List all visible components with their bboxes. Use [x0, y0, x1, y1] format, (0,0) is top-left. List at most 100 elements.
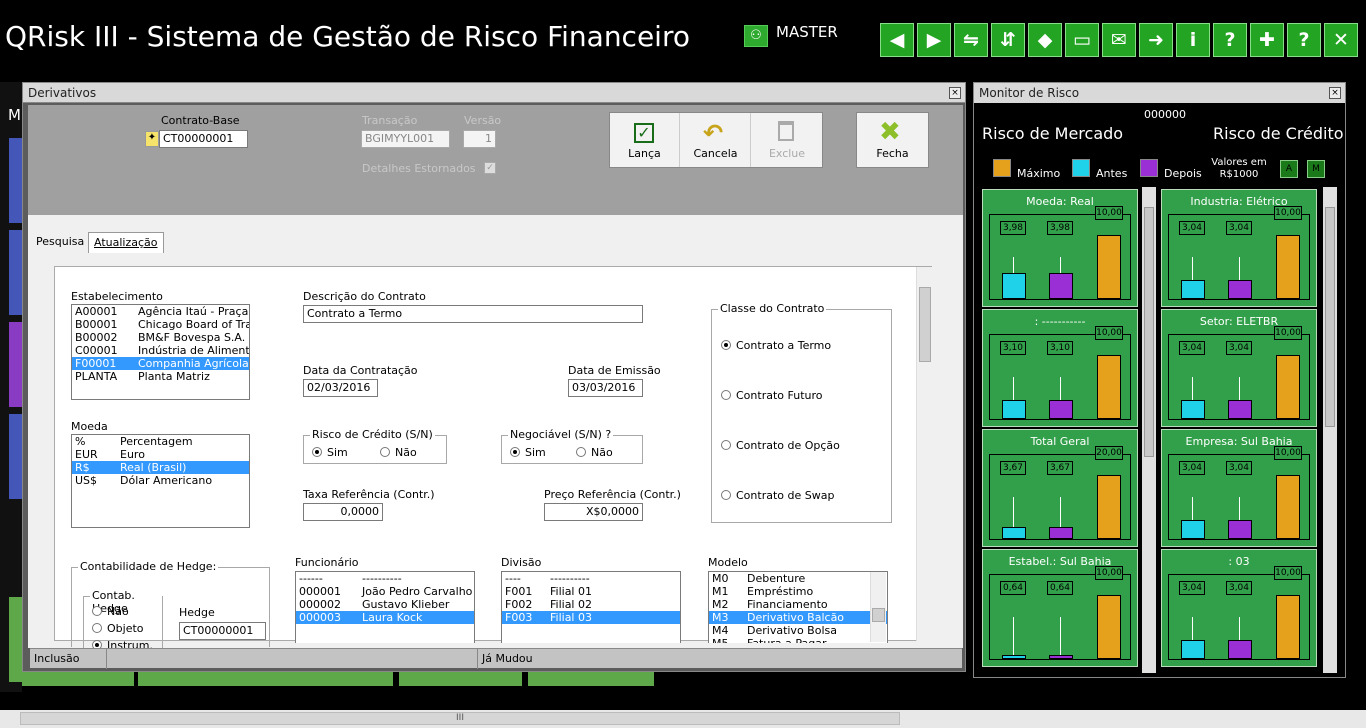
transacao-input[interactable]: BGIMYYL001 — [361, 130, 450, 148]
monitor-icon[interactable]: ▭ — [1065, 23, 1099, 57]
tab-atualizacao[interactable]: Atualização — [88, 232, 164, 253]
content-scrollbar[interactable] — [916, 267, 932, 641]
list-item[interactable]: 000001 João Pedro Carvalho — [296, 585, 474, 598]
list-item[interactable]: EUR Euro — [72, 448, 249, 461]
risk-cell[interactable]: Total Geral 3,67 3,67 20,00 — [982, 429, 1138, 547]
estab-list[interactable]: A00001 Agência Itaú - Praça P B00001 Chicag… — [71, 304, 250, 400]
detalhes-checkbox[interactable]: ✓ — [484, 162, 496, 174]
list-item[interactable]: M2 Financiamento — [709, 598, 887, 611]
list-item[interactable]: C00001 Indústria de Alimento — [72, 344, 249, 357]
modelo-scrollbar[interactable] — [870, 572, 886, 642]
btn-m[interactable]: M — [1307, 160, 1325, 178]
taxa-input[interactable]: 0,0000 — [303, 503, 383, 521]
item-text: Empréstimo — [747, 585, 814, 598]
data-contratacao-input[interactable]: 02/03/2016 — [303, 379, 378, 397]
divisao-list[interactable]: ---- ---------- F001 Filial 01 F002 Filial 02… — [501, 571, 681, 643]
list-item[interactable]: 000002 Gustavo Klieber — [296, 598, 474, 611]
list-item[interactable]: ------ ---------- — [296, 572, 474, 585]
fecha-button[interactable]: ✖ Fecha — [856, 112, 929, 168]
risco-sim-radio[interactable]: Sim — [312, 446, 348, 459]
hedge-nao-radio[interactable]: Não — [92, 605, 129, 618]
horizontal-scrollbar[interactable]: III — [0, 710, 1366, 728]
lanca-button[interactable]: ✓ Lança — [610, 113, 680, 167]
hedge-input[interactable]: CT00000001 — [179, 622, 266, 640]
item-text: Real (Brasil) — [120, 461, 187, 474]
close-icon[interactable]: × — [1329, 87, 1341, 99]
scroll-thumb[interactable] — [919, 287, 931, 362]
monitor-left-scrollbar[interactable] — [1142, 187, 1156, 673]
back-icon[interactable]: ◀ — [880, 23, 914, 57]
lightbulb-icon[interactable]: ✦ — [145, 131, 159, 147]
export-icon[interactable]: ➜ — [1139, 23, 1173, 57]
tab-pesquisa[interactable]: Pesquisa — [31, 232, 89, 253]
risk-cell[interactable]: Estabel.: Sul Bahia 0,64 0,64 10,00 — [982, 549, 1138, 667]
user-icon[interactable]: ⚇ — [744, 25, 768, 47]
versao-input[interactable]: 1 — [463, 130, 496, 148]
mail-icon[interactable]: ✉ — [1102, 23, 1136, 57]
list-item[interactable]: B00001 Chicago Board of Tra — [72, 318, 249, 331]
list-item[interactable]: R$ Real (Brasil) — [72, 461, 249, 474]
list-item[interactable]: F001 Filial 01 — [502, 585, 680, 598]
item-text: João Pedro Carvalho — [362, 585, 473, 598]
item-code: B00002 — [75, 331, 118, 344]
list-item[interactable]: PLANTA Planta Matriz — [72, 370, 249, 383]
list-item[interactable]: 000003 Laura Kock — [296, 611, 474, 624]
close-icon[interactable]: × — [949, 87, 961, 99]
list-item[interactable]: B00002 BM&F Bovespa S.A. — [72, 331, 249, 344]
help-icon[interactable]: ? — [1287, 23, 1321, 57]
risk-cell[interactable]: : ----------- 3,10 3,10 10,00 — [982, 309, 1138, 427]
risco-nao-radio[interactable]: Não — [380, 446, 417, 459]
scroll-thumb[interactable] — [872, 608, 885, 622]
info-icon[interactable]: i — [1176, 23, 1210, 57]
list-item[interactable]: M3 Derivativo Balcão — [709, 611, 887, 624]
risk-cell[interactable]: Empresa: Sul Bahia 3,04 3,04 10,00 — [1161, 429, 1317, 547]
scroll-thumb[interactable] — [1144, 207, 1154, 457]
list-item[interactable]: M5 Fatura a Pagar — [709, 637, 887, 643]
exclue-button[interactable]: Exclue — [752, 113, 822, 167]
classe-futuro-radio[interactable]: Contrato Futuro — [721, 389, 823, 402]
modelo-list[interactable]: M0 Debenture M1 Empréstimo M2 Financiamento M3… — [708, 571, 888, 643]
risk-cell[interactable]: Industria: Elétrico 3,04 3,04 10,00 — [1161, 189, 1317, 307]
negociavel-sim-radio[interactable]: Sim — [510, 446, 546, 459]
btn-a[interactable]: A — [1280, 160, 1298, 178]
list-item[interactable]: M4 Derivativo Bolsa — [709, 624, 887, 637]
depois-value: 3,04 — [1226, 581, 1252, 595]
data-emissao-input[interactable]: 03/03/2016 — [568, 379, 643, 397]
list-item[interactable]: A00001 Agência Itaú - Praça P — [72, 305, 249, 318]
stack-icon[interactable]: ⇵ — [991, 23, 1025, 57]
monitor-right-scrollbar[interactable] — [1323, 187, 1337, 673]
risk-cell[interactable]: Moeda: Real 3,98 3,98 10,00 — [982, 189, 1138, 307]
help-doc-icon[interactable]: ? — [1213, 23, 1247, 57]
cancela-button[interactable]: ↶ Cancela — [681, 113, 751, 167]
list-item[interactable]: F002 Filial 02 — [502, 598, 680, 611]
risk-cell[interactable]: : 03 3,04 3,04 10,00 — [1161, 549, 1317, 667]
classe-termo-radio[interactable]: Contrato a Termo — [721, 339, 831, 352]
settings-icon[interactable]: ✚ — [1250, 23, 1284, 57]
list-item[interactable]: ---- ---------- — [502, 572, 680, 585]
forward-icon[interactable]: ▶ — [917, 23, 951, 57]
funcionario-list[interactable]: ------ ---------- 000001 João Pedro Carvalh… — [295, 571, 475, 643]
list-item[interactable]: F003 Filial 03 — [502, 611, 680, 624]
classe-swap-radio[interactable]: Contrato de Swap — [721, 489, 834, 502]
list-item[interactable]: M1 Empréstimo — [709, 585, 887, 598]
bar-antes — [1181, 520, 1205, 539]
list-item[interactable]: F00001 Companhia Agrícola S — [72, 357, 249, 370]
scroll-thumb[interactable] — [1325, 207, 1335, 427]
list-item[interactable]: M0 Debenture — [709, 572, 887, 585]
list-item[interactable]: % Percentagem — [72, 435, 249, 448]
window-title: Derivativos — [23, 83, 965, 103]
hedge-objeto-radio[interactable]: Objeto — [92, 622, 144, 635]
preco-input[interactable]: X$0,0000 — [544, 503, 643, 521]
risk-cell[interactable]: Setor: ELETBR 3,04 3,04 10,00 — [1161, 309, 1317, 427]
descricao-input[interactable]: Contrato a Termo — [303, 305, 643, 323]
filter-icon[interactable]: ⇋ — [954, 23, 988, 57]
contrato-base-input[interactable]: CT00000001 — [159, 130, 248, 148]
paint-icon[interactable]: ◆ — [1028, 23, 1062, 57]
close-icon[interactable]: ✕ — [1324, 23, 1358, 57]
risk-plot: 3,67 3,67 20,00 — [989, 446, 1131, 540]
scroll-thumb[interactable]: III — [20, 712, 900, 725]
list-item[interactable]: US$ Dólar Americano — [72, 474, 249, 487]
moeda-list[interactable]: % Percentagem EUR Euro R$ Real (Brasil) US$ Dól… — [71, 434, 250, 528]
classe-opcao-radio[interactable]: Contrato de Opção — [721, 439, 840, 452]
negociavel-nao-radio[interactable]: Não — [576, 446, 613, 459]
